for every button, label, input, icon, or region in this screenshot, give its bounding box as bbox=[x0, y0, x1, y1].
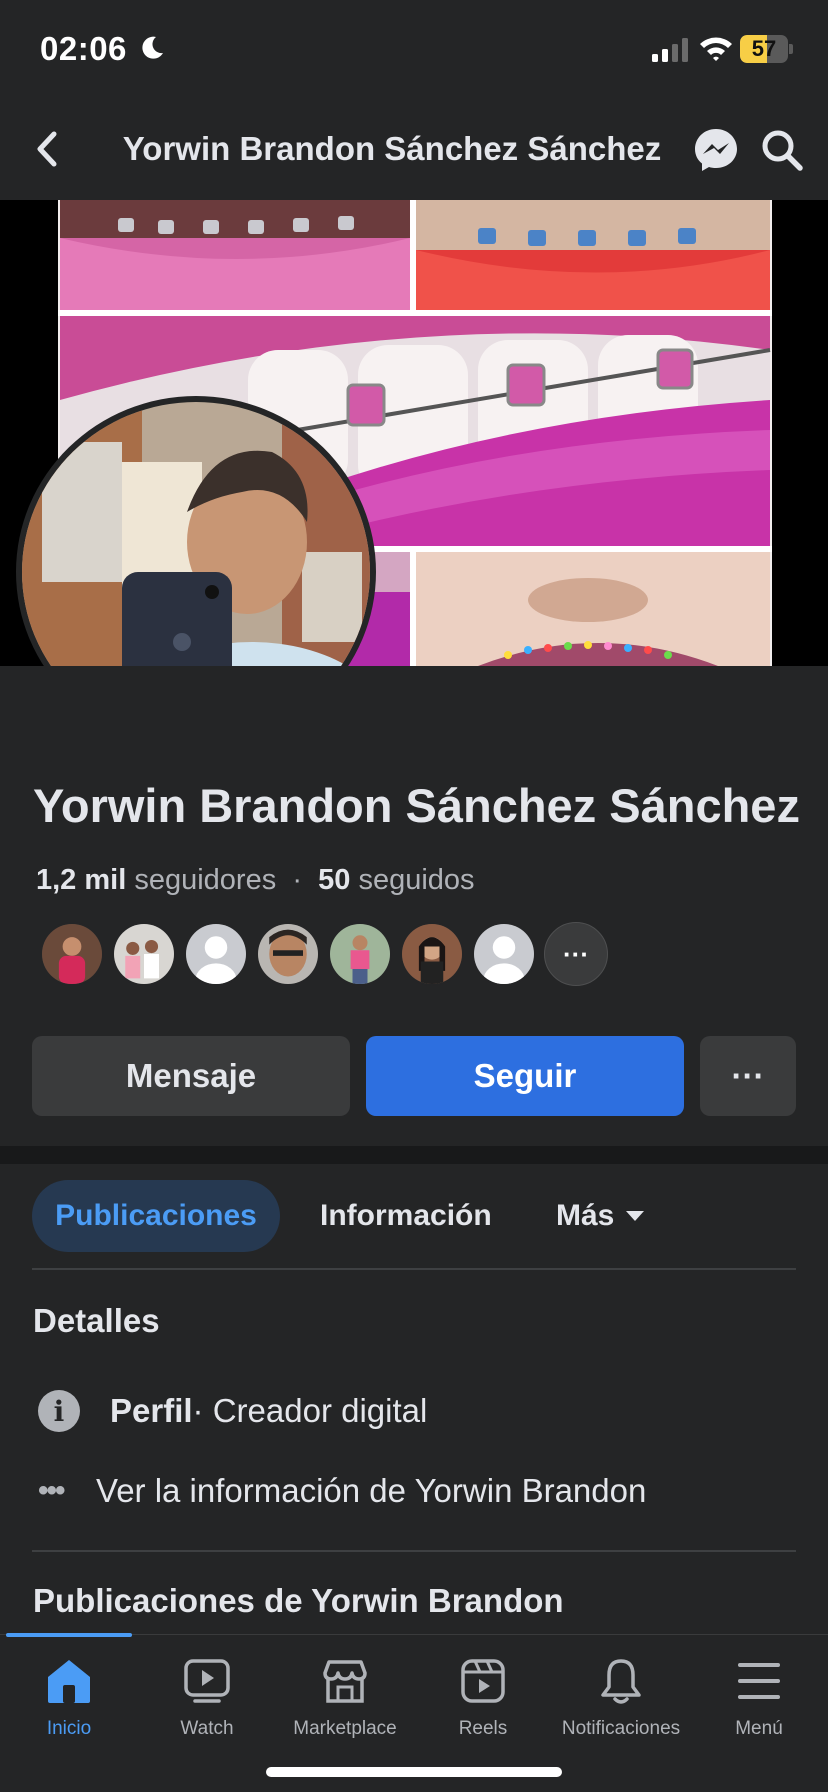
detail-profile-label: Perfil bbox=[110, 1392, 193, 1429]
nav-watch[interactable]: Watch bbox=[138, 1657, 276, 1740]
watch-icon bbox=[184, 1659, 230, 1703]
nav-notifications[interactable]: Notificaciones bbox=[552, 1657, 690, 1740]
nav-menu[interactable]: Menú bbox=[690, 1657, 828, 1740]
divider bbox=[32, 1268, 796, 1270]
section-separator bbox=[0, 1146, 828, 1164]
nav-label: Marketplace bbox=[293, 1718, 397, 1739]
home-icon bbox=[48, 1660, 90, 1703]
nav-label: Watch bbox=[180, 1718, 234, 1739]
moon-icon bbox=[142, 36, 163, 59]
following-label[interactable]: seguidos bbox=[358, 864, 474, 896]
battery-indicator: 57 bbox=[740, 35, 793, 63]
nav-marketplace[interactable]: Marketplace bbox=[276, 1657, 414, 1740]
follow-button[interactable]: Seguir bbox=[366, 1036, 684, 1116]
caret-down-icon bbox=[626, 1211, 645, 1221]
stats-separator: · bbox=[292, 864, 303, 896]
header-title: Yorwin Brandon Sánchez Sánchez bbox=[122, 130, 662, 167]
followers-label[interactable]: seguidores bbox=[134, 864, 276, 896]
chevron-left-icon[interactable] bbox=[28, 126, 68, 172]
marketplace-icon bbox=[323, 1660, 367, 1703]
avatar[interactable] bbox=[472, 922, 536, 986]
wifi-icon bbox=[700, 37, 732, 61]
active-nav-indicator bbox=[6, 1633, 132, 1637]
more-followers-button[interactable]: ··· bbox=[544, 922, 608, 986]
profile-tabs-section: Publicaciones Información Más Detalles i… bbox=[0, 1164, 828, 1634]
avatar[interactable] bbox=[184, 922, 248, 986]
status-time: 02:06 bbox=[40, 30, 127, 67]
battery-level: 57 bbox=[751, 36, 777, 61]
nav-home[interactable]: Inicio bbox=[0, 1657, 138, 1740]
nav-label: Reels bbox=[458, 1718, 508, 1739]
profile-info: Yorwin Brandon Sánchez Sánchez 1,2 mil s… bbox=[0, 666, 828, 1146]
nav-reels[interactable]: Reels bbox=[414, 1657, 552, 1740]
nav-label: Menú bbox=[735, 1718, 783, 1739]
followers-count[interactable]: 1,2 mil bbox=[36, 864, 126, 896]
divider bbox=[32, 1550, 796, 1552]
avatar[interactable] bbox=[256, 922, 320, 986]
tab-info[interactable]: Información bbox=[320, 1180, 492, 1252]
info-icon: i bbox=[38, 1390, 80, 1432]
following-count[interactable]: 50 bbox=[318, 864, 350, 896]
profile-name: Yorwin Brandon Sánchez Sánchez bbox=[33, 779, 800, 832]
see-info-link[interactable]: ••• Ver la información de Yorwin Brandon bbox=[38, 1466, 646, 1516]
signal-icon bbox=[652, 38, 688, 62]
menu-icon bbox=[738, 1663, 780, 1699]
status-bar: 02:06 57 bbox=[0, 0, 828, 100]
tab-posts[interactable]: Publicaciones bbox=[32, 1180, 280, 1252]
follow-stats: 1,2 mil seguidores · 50 seguidos bbox=[36, 864, 475, 897]
home-indicator bbox=[266, 1767, 562, 1777]
bell-icon bbox=[601, 1659, 641, 1704]
detail-profile-type: i Perfil · Creador digital bbox=[38, 1386, 427, 1436]
avatar[interactable] bbox=[400, 922, 464, 986]
tab-more-label: Más bbox=[556, 1199, 615, 1232]
more-options-button[interactable]: ··· bbox=[700, 1036, 796, 1116]
nav-label: Notificaciones bbox=[561, 1718, 681, 1739]
messenger-icon[interactable] bbox=[692, 126, 740, 174]
more-dots-icon: ••• bbox=[38, 1474, 66, 1507]
avatar[interactable] bbox=[328, 922, 392, 986]
reels-icon bbox=[461, 1659, 505, 1703]
bottom-navigation: Inicio Watch Marketplace Reels Notificac… bbox=[0, 1633, 828, 1792]
nav-label: Inicio bbox=[46, 1718, 92, 1739]
posts-section-title: Publicaciones de Yorwin Brandon bbox=[33, 1582, 564, 1619]
profile-header: Yorwin Brandon Sánchez Sánchez bbox=[0, 100, 828, 200]
search-icon[interactable] bbox=[760, 128, 804, 172]
message-button[interactable]: Mensaje bbox=[32, 1036, 350, 1116]
detail-profile-value: · Creador digital bbox=[192, 1392, 428, 1429]
tab-more[interactable]: Más bbox=[556, 1180, 645, 1252]
avatar[interactable] bbox=[112, 922, 176, 986]
avatar[interactable] bbox=[40, 922, 104, 986]
see-info-label: Ver la información de Yorwin Brandon bbox=[96, 1472, 647, 1509]
details-title: Detalles bbox=[33, 1302, 160, 1339]
